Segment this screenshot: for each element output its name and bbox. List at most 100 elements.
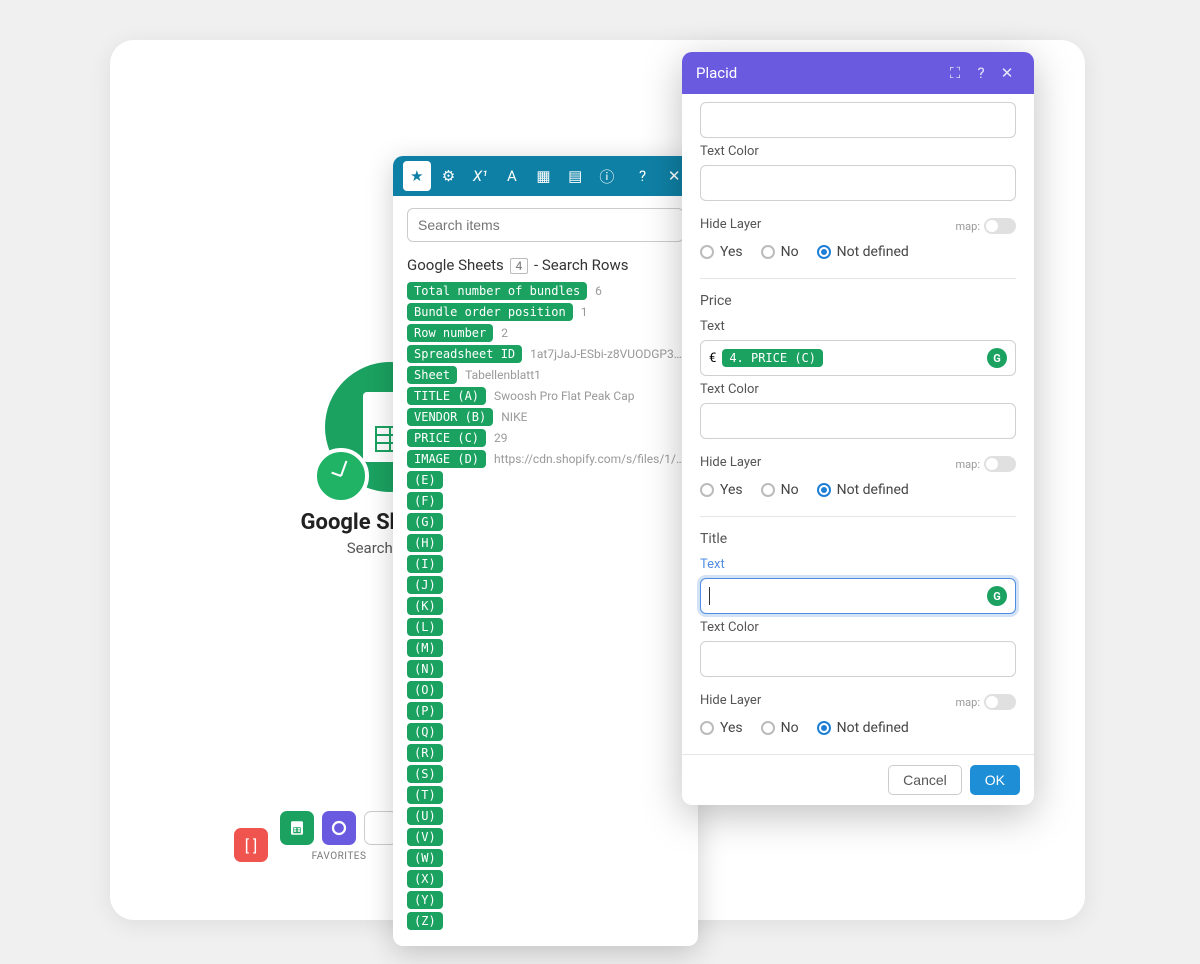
variable-row[interactable]: Bundle order position 1: [407, 303, 684, 321]
variable-pill[interactable]: (M): [407, 639, 443, 657]
variable-pill[interactable]: VENDOR (B): [407, 408, 493, 426]
map-toggle-price[interactable]: [984, 456, 1016, 472]
price-text-color-input[interactable]: [700, 403, 1016, 439]
tab-gear-icon[interactable]: ⚙: [435, 161, 463, 191]
map-toggle-title[interactable]: [984, 694, 1016, 710]
variable-value: https://cdn.shopify.com/s/files/1/0474/6: [494, 452, 684, 466]
grammarly-icon: G: [987, 348, 1007, 368]
hide-layer-label-title: Hide Layer: [700, 693, 761, 708]
placid-modal: Placid ⛶ ? ✕ Text Color Hide Layer map: …: [682, 52, 1034, 805]
tab-function-icon[interactable]: ⓘ: [593, 161, 621, 191]
modal-titlebar[interactable]: Placid ⛶ ? ✕: [682, 52, 1034, 94]
variable-pill[interactable]: (Y): [407, 891, 443, 909]
tab-math-icon[interactable]: X¹: [466, 161, 494, 191]
radio-not-defined[interactable]: Not defined: [817, 720, 909, 736]
variable-pill[interactable]: (Z): [407, 912, 443, 930]
price-chip[interactable]: 4. PRICE (C): [722, 349, 823, 367]
top-text-color-input[interactable]: [700, 165, 1016, 201]
text-label-title: Text: [700, 557, 1016, 572]
variable-pill[interactable]: (R): [407, 744, 443, 762]
map-toggle[interactable]: [984, 218, 1016, 234]
variable-pill[interactable]: (Q): [407, 723, 443, 741]
variable-pill[interactable]: (L): [407, 618, 443, 636]
close-icon[interactable]: ✕: [994, 64, 1020, 82]
variable-pill[interactable]: (H): [407, 534, 443, 552]
radio-not-defined[interactable]: Not defined: [817, 482, 909, 498]
radio-not-defined[interactable]: Not defined: [817, 244, 909, 260]
picker-tabs: ★ ⚙ X¹ A ▦ ▤ ⓘ ? ✕: [393, 156, 698, 196]
variable-pill[interactable]: Sheet: [407, 366, 457, 384]
radio-no[interactable]: No: [761, 482, 799, 498]
variable-pill[interactable]: PRICE (C): [407, 429, 486, 447]
variable-row[interactable]: Spreadsheet ID 1at7jJaJ-ESbi-z8VUODGP3cWM: [407, 345, 684, 363]
variable-row[interactable]: TITLE (A) Swoosh Pro Flat Peak Cap: [407, 387, 684, 405]
picker-help-icon[interactable]: ?: [629, 161, 657, 191]
variable-pill[interactable]: Spreadsheet ID: [407, 345, 522, 363]
radio-no[interactable]: No: [761, 244, 799, 260]
section-title-title: Title: [700, 531, 1016, 547]
variable-row[interactable]: VENDOR (B)NIKE: [407, 408, 684, 426]
variable-pill[interactable]: Bundle order position: [407, 303, 573, 321]
variable-pill[interactable]: (N): [407, 660, 443, 678]
variable-row[interactable]: Sheet Tabellenblatt1: [407, 366, 684, 384]
tab-array-icon[interactable]: ▤: [561, 161, 589, 191]
text-color-label-title: Text Color: [700, 620, 1016, 635]
variable-value: 1at7jJaJ-ESbi-z8VUODGP3cWM: [530, 347, 684, 361]
variable-pill[interactable]: (W): [407, 849, 443, 867]
ok-button[interactable]: OK: [970, 765, 1020, 795]
variable-pill[interactable]: TITLE (A): [407, 387, 486, 405]
favorites-label: FAVORITES: [312, 851, 367, 862]
variable-value: Tabellenblatt1: [465, 368, 541, 382]
favorite-placid-icon[interactable]: [322, 811, 356, 845]
variable-pill[interactable]: (O): [407, 681, 443, 699]
map-label: map:: [956, 220, 980, 233]
variable-pill[interactable]: (U): [407, 807, 443, 825]
variable-pill[interactable]: (I): [407, 555, 443, 573]
variable-pill[interactable]: (P): [407, 702, 443, 720]
text-color-label-price: Text Color: [700, 382, 1016, 397]
variable-row[interactable]: PRICE (C)29: [407, 429, 684, 447]
radio-no[interactable]: No: [761, 720, 799, 736]
clock-icon: [313, 448, 369, 504]
variable-pill[interactable]: (F): [407, 492, 443, 510]
variable-pill[interactable]: IMAGE (D): [407, 450, 486, 468]
variable-row[interactable]: Row number 2: [407, 324, 684, 342]
title-text-input[interactable]: G: [700, 578, 1016, 614]
favorite-google-sheets-icon[interactable]: [280, 811, 314, 845]
variable-value: Swoosh Pro Flat Peak Cap: [494, 389, 634, 403]
variable-pill[interactable]: (X): [407, 870, 443, 888]
variable-row[interactable]: IMAGE (D) https://cdn.shopify.com/s/files…: [407, 450, 684, 468]
variable-value: 1: [581, 305, 588, 319]
title-text-color-input[interactable]: [700, 641, 1016, 677]
radio-yes[interactable]: Yes: [700, 720, 743, 736]
radio-yes[interactable]: Yes: [700, 244, 743, 260]
expand-icon[interactable]: ⛶: [942, 64, 968, 82]
variable-pill[interactable]: (J): [407, 576, 443, 594]
variable-pill[interactable]: (V): [407, 828, 443, 846]
variable-value: 2: [501, 326, 508, 340]
search-input[interactable]: [407, 208, 684, 242]
grammarly-icon: G: [987, 586, 1007, 606]
price-prefix: €: [709, 351, 716, 366]
variable-row[interactable]: Total number of bundles6: [407, 282, 684, 300]
radio-yes[interactable]: Yes: [700, 482, 743, 498]
tab-calendar-icon[interactable]: ▦: [530, 161, 558, 191]
variable-pill[interactable]: (S): [407, 765, 443, 783]
section-title-price: Price: [700, 293, 1016, 309]
cancel-button[interactable]: Cancel: [888, 765, 962, 795]
variable-picker-panel: ★ ⚙ X¹ A ▦ ▤ ⓘ ? ✕ Google Sheets 4 - Sea…: [393, 156, 698, 946]
help-icon[interactable]: ?: [968, 64, 994, 82]
variable-pill[interactable]: Row number: [407, 324, 493, 342]
integromat-icon[interactable]: [ ]: [234, 828, 268, 862]
tab-star-icon[interactable]: ★: [403, 161, 431, 191]
variable-pill[interactable]: (G): [407, 513, 443, 531]
variable-pill[interactable]: Total number of bundles: [407, 282, 587, 300]
top-text-input[interactable]: [700, 102, 1016, 138]
price-text-input[interactable]: € 4. PRICE (C) G: [700, 340, 1016, 376]
variable-pill[interactable]: (T): [407, 786, 443, 804]
tab-text-icon[interactable]: A: [498, 161, 526, 191]
modal-title-text: Placid: [696, 64, 737, 82]
variable-pill[interactable]: (K): [407, 597, 443, 615]
variable-pill[interactable]: (E): [407, 471, 443, 489]
text-color-label: Text Color: [700, 144, 1016, 159]
